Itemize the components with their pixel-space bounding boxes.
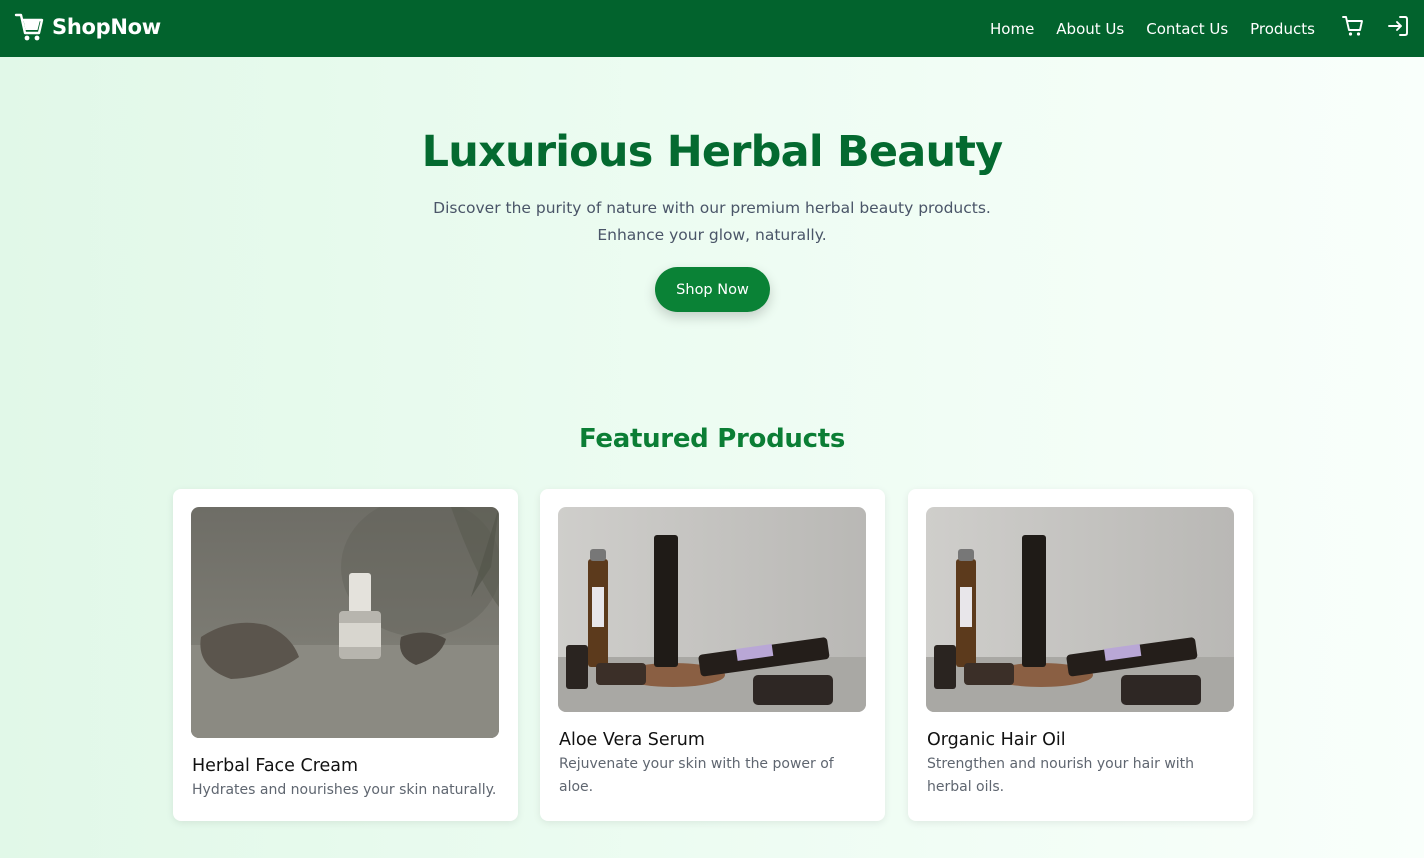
product-card-herbal-face-cream[interactable]: Herbal Face Cream Hydrates and nourishes…	[173, 489, 518, 821]
product-description: Rejuvenate your skin with the power of a…	[559, 756, 834, 795]
featured-products-title: Featured Products	[578, 424, 846, 454]
nav-link-products[interactable]: Products	[1250, 20, 1315, 38]
product-image	[558, 507, 866, 712]
brand-logo[interactable]: ShopNow	[14, 11, 161, 43]
brand-name: ShopNow	[52, 15, 161, 39]
product-name: Organic Hair Oil	[927, 730, 1066, 750]
product-description: Strengthen and nourish your hair with he…	[927, 756, 1195, 795]
product-image	[926, 507, 1234, 712]
product-name: Herbal Face Cream	[192, 756, 359, 776]
shop-now-button[interactable]: Shop Now	[655, 267, 770, 312]
hero-title: Luxurious Herbal Beauty	[421, 127, 1003, 177]
login-icon[interactable]	[1386, 14, 1410, 38]
hero-subtitle: Discover the purity of nature with our p…	[0, 195, 1424, 249]
hero-subtitle-line-2: Enhance your glow, naturally.	[597, 226, 827, 244]
nav-link-contact-us[interactable]: Contact Us	[1146, 20, 1228, 38]
product-description: Hydrates and nourishes your skin natural…	[192, 782, 497, 798]
product-name: Aloe Vera Serum	[559, 730, 705, 750]
product-image	[191, 507, 499, 738]
navbar: ShopNow Home About Us Contact Us Product…	[0, 0, 1424, 57]
nav-links: Home About Us Contact Us Products	[990, 0, 1337, 57]
product-card-organic-hair-oil[interactable]: Organic Hair Oil Strengthen and nourish …	[908, 489, 1253, 821]
nav-link-about-us[interactable]: About Us	[1056, 20, 1124, 38]
cart-icon[interactable]	[1341, 14, 1365, 38]
product-card-aloe-vera-serum[interactable]: Aloe Vera Serum Rejuvenate your skin wit…	[540, 489, 885, 821]
nav-link-home[interactable]: Home	[990, 20, 1034, 38]
hero-subtitle-line-1: Discover the purity of nature with our p…	[433, 199, 991, 217]
shopping-cart-icon	[14, 13, 44, 41]
